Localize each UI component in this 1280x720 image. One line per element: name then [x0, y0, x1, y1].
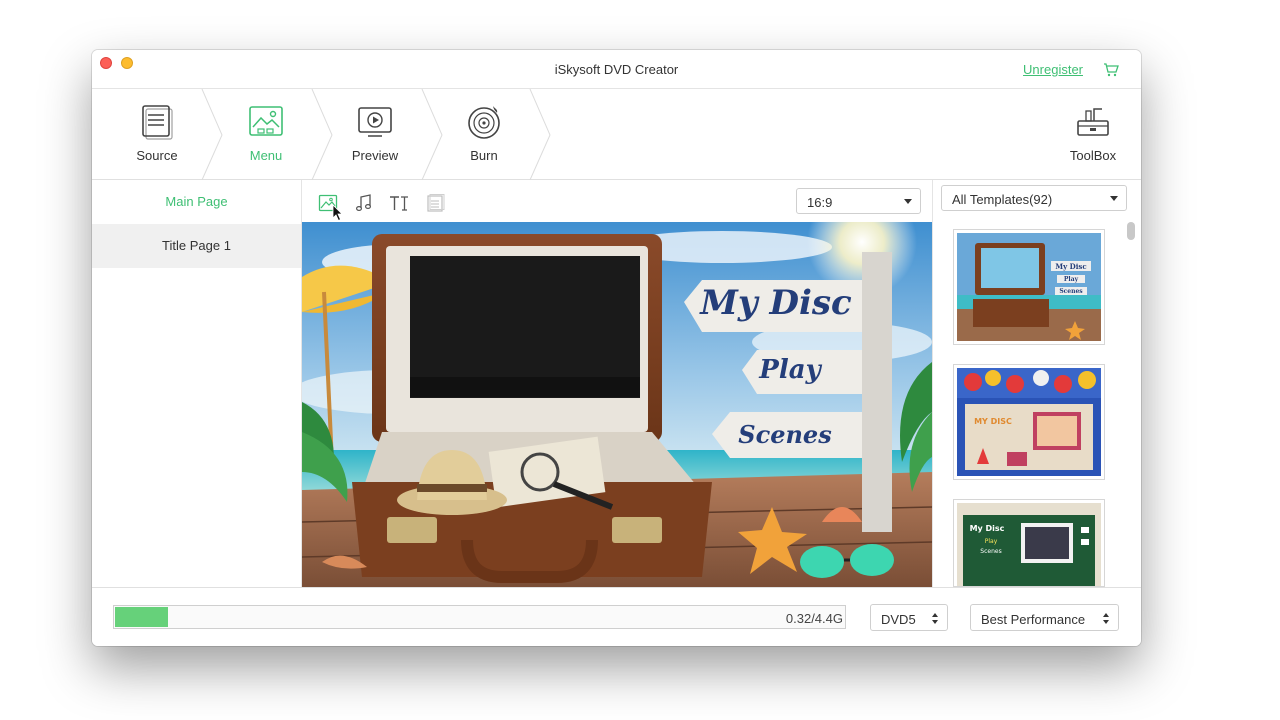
- disc-type-select[interactable]: DVD5: [870, 604, 948, 631]
- template-thumbnail-chalkboard[interactable]: My Disc Play Scenes: [953, 499, 1105, 587]
- thumb-text: MY DISC: [974, 417, 1012, 426]
- template-thumbnail-beach[interactable]: My Disc Play Scenes: [953, 229, 1105, 345]
- step-label: Burn: [470, 148, 498, 163]
- updown-arrows-icon: [932, 613, 938, 624]
- step-menu[interactable]: Menu: [211, 89, 321, 180]
- menu-image-icon: [249, 106, 283, 136]
- step-label: Source: [136, 148, 178, 163]
- thumb-text: My Disc: [1055, 262, 1086, 271]
- main-page-item[interactable]: Main Page: [92, 180, 301, 224]
- window-title: iSkysoft DVD Creator: [554, 62, 679, 77]
- template-thumbnail-party[interactable]: MY DISC: [953, 364, 1105, 480]
- menu-pages-panel: Main Page Title Page 1: [92, 180, 302, 587]
- quality-value: Best Performance: [981, 612, 1086, 627]
- beach-template-preview: My Disc Play Scenes: [957, 233, 1101, 341]
- disc-capacity-fill: [115, 607, 168, 627]
- toolbox-button[interactable]: ToolBox: [1038, 89, 1141, 180]
- sign-my-disc-text[interactable]: My Disc: [699, 283, 852, 323]
- quality-select[interactable]: Best Performance: [970, 604, 1119, 631]
- step-burn[interactable]: Burn: [429, 89, 539, 180]
- sign-scenes-text[interactable]: Scenes: [738, 420, 832, 449]
- step-toolbar: Source Menu Preview Burn ToolBox: [92, 89, 1141, 180]
- cart-icon[interactable]: [1103, 63, 1119, 77]
- thumb-text: Play: [985, 538, 998, 545]
- preview-play-icon: [358, 107, 392, 137]
- party-template-preview: MY DISC: [957, 368, 1101, 476]
- title-bar: iSkysoft DVD Creator Unregister: [92, 50, 1141, 89]
- menu-preview-canvas[interactable]: My Disc Play Scenes: [302, 222, 932, 587]
- music-note-icon[interactable]: [354, 193, 374, 213]
- step-label: Preview: [351, 148, 399, 163]
- app-window: iSkysoft DVD Creator Unregister Source M…: [92, 50, 1141, 646]
- thumb-text: Play: [1064, 276, 1079, 283]
- toolbox-label: ToolBox: [1069, 148, 1117, 163]
- disc-capacity-bar: 0.32/4.4G: [113, 605, 846, 629]
- toolbox-icon: [1077, 108, 1109, 136]
- template-filter-select[interactable]: All Templates(92): [941, 185, 1127, 211]
- title-page-item[interactable]: Title Page 1: [92, 224, 301, 268]
- text-icon[interactable]: [389, 193, 409, 213]
- sign-play-text[interactable]: Play: [758, 355, 822, 385]
- source-icon: [142, 105, 173, 140]
- status-bar: 0.32/4.4G DVD5 Best Performance: [92, 587, 1141, 646]
- disc-type-value: DVD5: [881, 612, 916, 627]
- step-source[interactable]: Source: [102, 89, 212, 180]
- step-label: Menu: [249, 148, 283, 163]
- beach-suitcase-template-art: My Disc Play Scenes: [302, 222, 932, 587]
- thumb-text: Scenes: [1059, 288, 1083, 295]
- updown-arrows-icon: [1103, 613, 1109, 624]
- thumb-text: My Disc: [970, 524, 1005, 533]
- menu-edit-toolbar: 16:9: [302, 180, 932, 222]
- templates-panel: All Templates(92) My Disc Play Scenes MY…: [932, 180, 1141, 587]
- templates-scrollbar[interactable]: [1127, 222, 1135, 582]
- chevron-down-icon: [1110, 196, 1118, 201]
- scrollbar-thumb[interactable]: [1127, 222, 1135, 240]
- template-filter-value: All Templates(92): [952, 192, 1053, 207]
- chapters-icon[interactable]: [425, 193, 445, 213]
- thumb-text: Scenes: [980, 548, 1001, 555]
- burn-disc-icon: [468, 106, 500, 139]
- unregister-link[interactable]: Unregister: [1023, 62, 1083, 77]
- chevron-down-icon: [904, 199, 912, 204]
- mouse-cursor-icon: [332, 204, 343, 222]
- chalkboard-template-preview: My Disc Play Scenes: [957, 503, 1101, 586]
- aspect-ratio-value: 16:9: [807, 195, 833, 210]
- aspect-ratio-select[interactable]: 16:9: [796, 188, 921, 214]
- disc-capacity-text: 0.32/4.4G: [785, 611, 843, 626]
- step-preview[interactable]: Preview: [320, 89, 430, 180]
